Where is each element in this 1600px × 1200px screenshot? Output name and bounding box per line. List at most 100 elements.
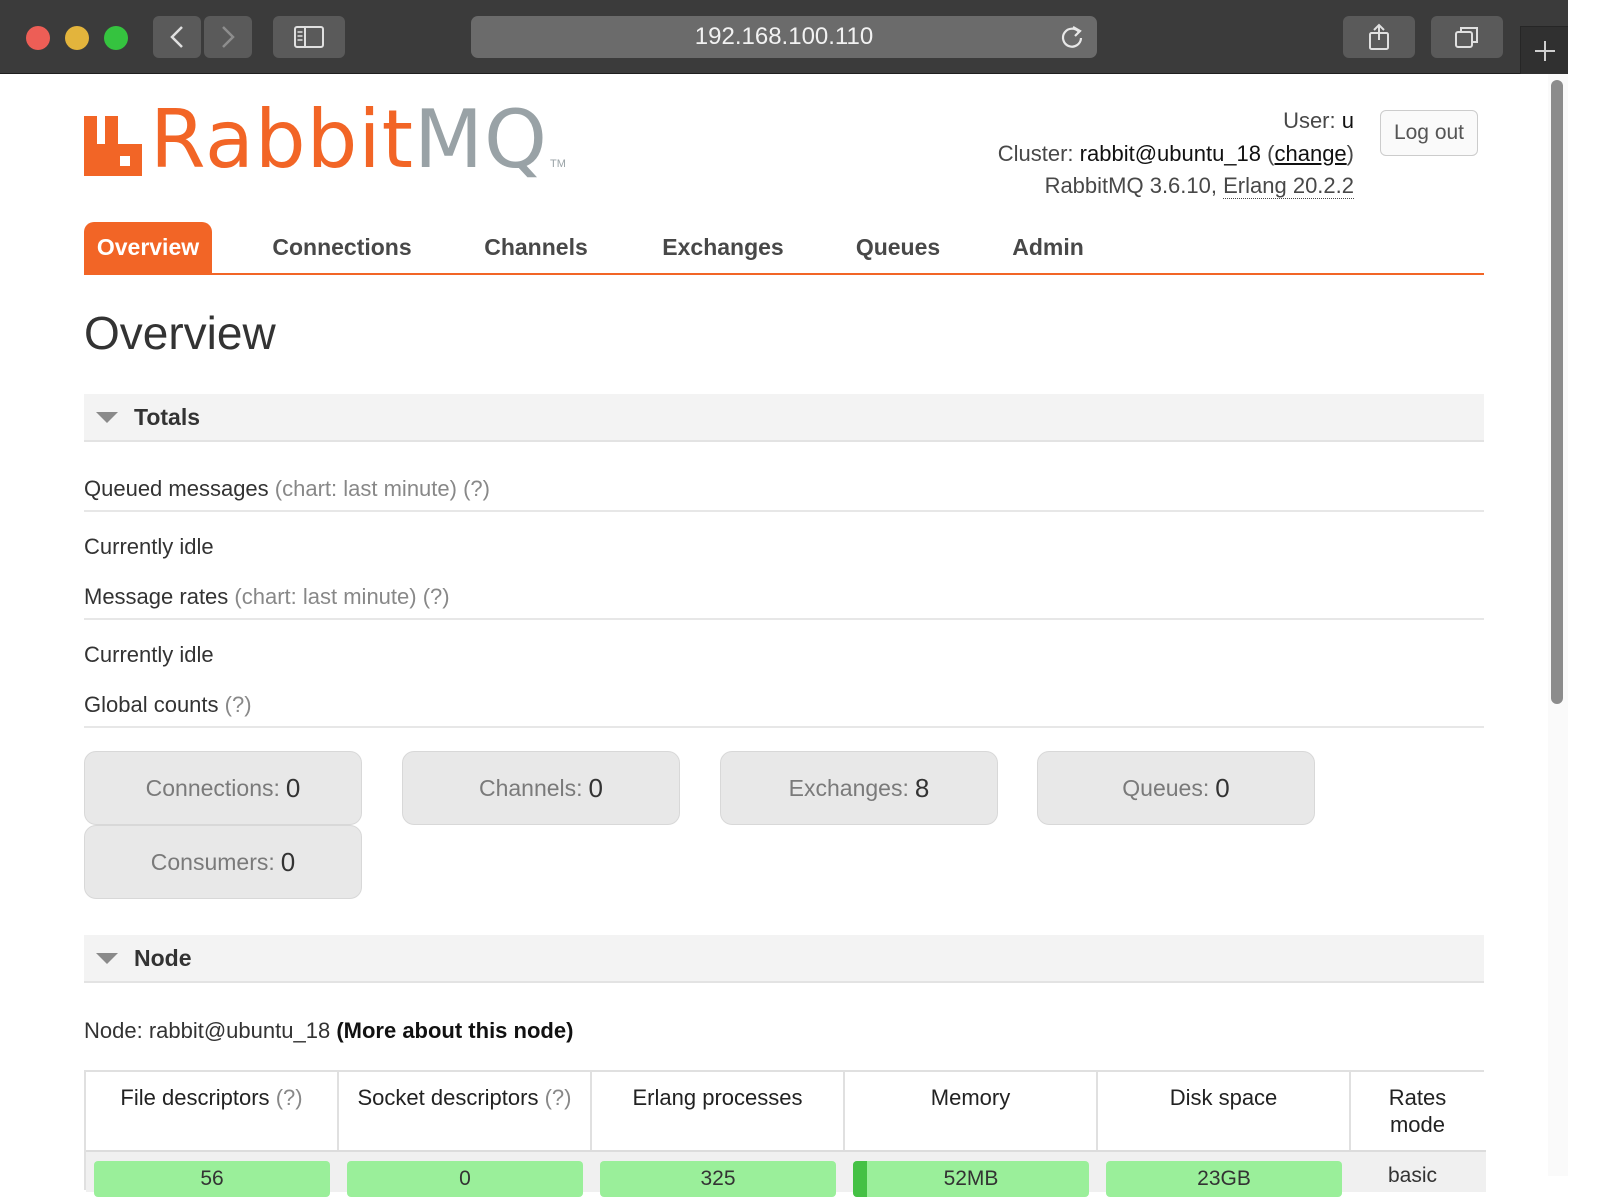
disk-space-bar[interactable]: 23GB (1106, 1161, 1342, 1197)
exchanges-count-box[interactable]: Exchanges: 8 (720, 751, 998, 825)
scrollbar-thumb[interactable] (1551, 80, 1563, 704)
collapse-triangle-icon[interactable] (96, 411, 118, 423)
rabbitmq-logo[interactable]: RabbitMQ TM (84, 93, 566, 186)
change-cluster-link[interactable]: change (1274, 141, 1346, 166)
file-descriptors-bar[interactable]: 56 (94, 1161, 330, 1197)
share-icon (1369, 23, 1389, 50)
close-window-button[interactable] (26, 26, 50, 50)
node-section-header[interactable]: Node (84, 935, 1484, 983)
count-label: Channels: (478, 774, 583, 801)
consumers-count-box[interactable]: Consumers: 0 (84, 825, 362, 899)
global-counts-header: Global counts (?) (84, 692, 1484, 728)
cluster-value: rabbit@ubuntu_18 (1079, 140, 1262, 166)
count-value: 0 (588, 772, 604, 803)
tab-channels[interactable]: Channels (472, 222, 600, 273)
totals-heading: Totals (134, 403, 201, 430)
forward-button[interactable] (204, 16, 252, 58)
count-label: Exchanges: (788, 774, 909, 801)
cluster-line: Cluster: rabbit@ubuntu_18 (change) (997, 140, 1354, 166)
node-heading: Node (134, 944, 192, 971)
tab-overview[interactable]: Overview (84, 222, 212, 273)
sidebar-icon (294, 26, 324, 48)
help-hint[interactable]: (?) (276, 1085, 303, 1110)
queued-messages-hint[interactable]: (chart: last minute) (?) (275, 476, 490, 501)
global-counts-label: Global counts (84, 692, 219, 717)
minimize-window-button[interactable] (65, 26, 89, 50)
column-label: Socket descriptors (357, 1085, 539, 1110)
cell-value: 23GB (1197, 1167, 1251, 1190)
channels-count-box[interactable]: Channels: 0 (402, 751, 680, 825)
user-value: u (1341, 108, 1354, 133)
global-counts-hint[interactable]: (?) (225, 692, 252, 717)
message-rates-header: Message rates (chart: last minute) (?) (84, 584, 1484, 620)
plus-icon (1534, 40, 1555, 61)
back-button[interactable] (153, 16, 201, 58)
count-label: Queues: (1122, 774, 1210, 801)
column-label: Memory (930, 1085, 1011, 1110)
column-header-memory: Memory (845, 1072, 1098, 1150)
version-line: RabbitMQ 3.6.10, Erlang 20.2.2 (998, 170, 1354, 203)
column-header-socket-descriptors: Socket descriptors (?) (339, 1072, 592, 1150)
connections-count-box[interactable]: Connections: 0 (84, 751, 362, 825)
message-rates-status: Currently idle (84, 642, 214, 667)
queued-messages-header: Queued messages (chart: last minute) (?) (84, 476, 1484, 512)
column-header-erlang-processes: Erlang processes (592, 1072, 845, 1150)
user-label: User: (1283, 108, 1336, 133)
new-tab-button[interactable] (1520, 26, 1568, 74)
message-rates-label: Message rates (84, 584, 229, 609)
main-nav-tabs: Overview Connections Channels Exchanges … (84, 222, 1484, 275)
browser-toolbar: 192.168.100.110 (0, 0, 1568, 74)
totals-section-header[interactable]: Totals (84, 394, 1484, 442)
column-label: Rates mode (1388, 1085, 1447, 1137)
page-title: Overview (84, 307, 276, 359)
rabbit-logo-icon (84, 116, 142, 176)
erlang-processes-bar[interactable]: 325 (600, 1161, 836, 1197)
chevron-right-icon (222, 26, 235, 48)
queued-messages-status: Currently idle (84, 534, 214, 559)
cell-value: 52MB (943, 1167, 999, 1190)
collapse-triangle-icon[interactable] (96, 952, 118, 964)
share-button[interactable] (1343, 16, 1415, 58)
tab-exchanges[interactable]: Exchanges (650, 222, 796, 273)
count-value: 0 (1215, 772, 1230, 803)
node-name: Node: rabbit@ubuntu_18 (84, 1018, 331, 1043)
column-label: Disk space (1169, 1085, 1278, 1110)
table-row: 56 0 325 52MB 23GB basic (86, 1150, 1486, 1197)
tab-admin[interactable]: Admin (1002, 222, 1094, 273)
column-header-rates-mode: Rates mode (1351, 1072, 1484, 1150)
node-stats-table: File descriptors (?) Socket descriptors … (84, 1070, 1486, 1197)
more-about-node-link[interactable]: (More about this node) (336, 1018, 573, 1043)
count-label: Consumers: (150, 848, 275, 875)
reload-icon[interactable] (1059, 24, 1085, 50)
column-header-file-descriptors: File descriptors (?) (86, 1072, 339, 1150)
column-header-disk-space: Disk space (1098, 1072, 1351, 1150)
count-value: 0 (285, 772, 301, 803)
tab-overview-button[interactable] (1431, 16, 1503, 58)
queues-count-box[interactable]: Queues: 0 (1037, 751, 1315, 825)
memory-bar[interactable]: 52MB (853, 1161, 1089, 1197)
rates-mode-value: basic (1388, 1164, 1438, 1187)
erlang-version[interactable]: Erlang 20.2.2 (1223, 173, 1354, 199)
session-info: User: u Cluster: rabbit@ubuntu_18 (chang… (998, 105, 1354, 203)
count-value: 0 (280, 846, 296, 877)
zoom-window-button[interactable] (104, 26, 128, 50)
tab-connections[interactable]: Connections (260, 222, 424, 273)
logo-text: RabbitMQ (150, 93, 549, 186)
node-name-line: Node: rabbit@ubuntu_18 (More about this … (84, 1018, 573, 1044)
count-label: Connections: (145, 774, 280, 801)
version-text: RabbitMQ 3.6.10, (1044, 173, 1217, 198)
help-hint[interactable]: (?) (545, 1085, 572, 1110)
logo-trademark: TM (550, 158, 566, 170)
socket-descriptors-bar[interactable]: 0 (347, 1161, 583, 1197)
tab-queues[interactable]: Queues (844, 222, 952, 273)
count-value: 8 (914, 772, 930, 803)
message-rates-hint[interactable]: (chart: last minute) (?) (234, 584, 449, 609)
sidebar-toggle-button[interactable] (273, 16, 345, 58)
user-line: User: u (998, 105, 1354, 138)
memory-bar-fill (853, 1161, 868, 1197)
address-bar[interactable]: 192.168.100.110 (471, 16, 1097, 58)
chevron-left-icon (170, 26, 183, 48)
queued-messages-label: Queued messages (84, 476, 269, 501)
cell-value: 56 (200, 1167, 224, 1190)
logout-button[interactable]: Log out (1380, 110, 1478, 156)
